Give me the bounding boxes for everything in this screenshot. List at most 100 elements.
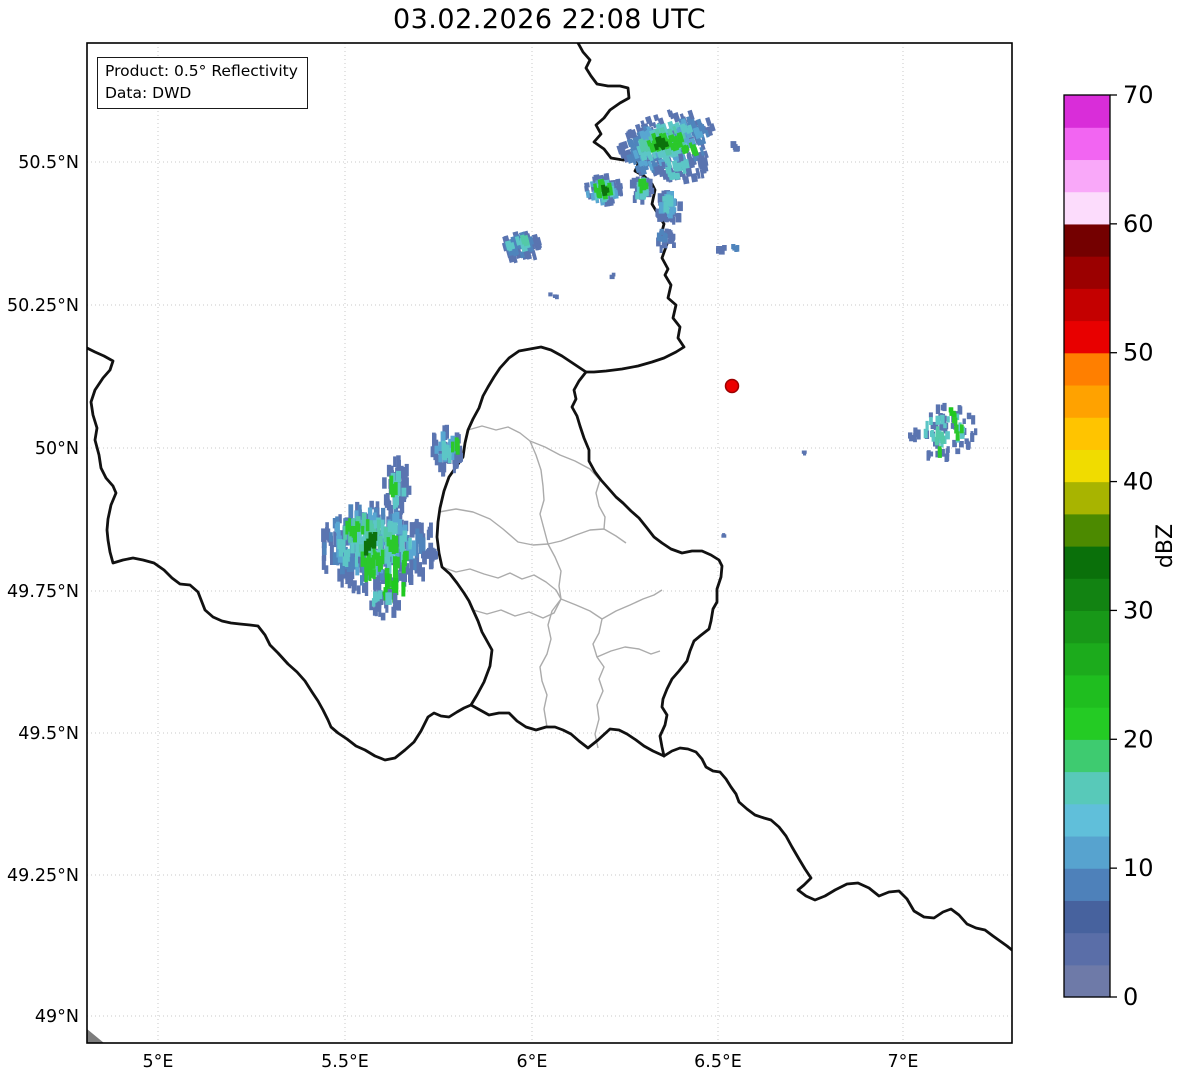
radar-bin [959,441,964,448]
radar-bin [935,404,941,414]
radar-figure: 03.02.2026 22:08 UTC 50.5°N 50.25°N 50°N 49… [0,0,1202,1081]
lon-tick-label: 7°E [888,1052,919,1072]
radar-bin [413,558,417,571]
radar-echo-cluster [716,245,727,255]
colorbar-band [1064,771,1110,805]
colorbar-band [1064,932,1110,966]
district-border [529,440,549,545]
colorbar-tick-label: 30 [1123,596,1154,624]
colorbar-axis-label: dBZ [1153,524,1178,568]
radar-bin [451,441,455,453]
radar-bin [662,236,667,243]
colorbar-tick-label: 60 [1123,210,1154,238]
radar-bin [364,567,368,583]
radar-bin [428,542,434,558]
radar-bin [408,537,412,550]
colorbar-tick-label: 50 [1123,339,1154,367]
radar-bin [930,430,934,437]
radar-bin [347,548,351,557]
radar-bin [369,561,373,578]
colorbar-tick-label: 70 [1123,81,1154,109]
radar-bin [677,201,683,212]
radar-bin [324,565,329,574]
radar-bin [430,446,434,458]
radar-bin [375,593,380,602]
colorbar-band [1064,481,1110,515]
lon-tick-label: 5.5°E [321,1052,369,1072]
district-border [547,528,627,545]
radar-bin [401,582,406,592]
colorbar-band [1064,900,1110,934]
radar-bin [639,185,643,194]
radar-bin [940,414,945,425]
radar-bin [441,442,447,456]
radar-bin [675,213,682,223]
radar-bin [937,448,942,458]
radar-bin [356,585,361,595]
radar-bin [434,445,439,454]
radar-bin [406,485,412,495]
radar-bin [388,539,394,552]
colorbar-tick-label: 40 [1123,468,1154,496]
radar-bin [940,436,946,444]
colorbar-band [1064,835,1110,869]
radar-bin [394,495,398,508]
radar-bin [672,164,680,172]
radar-bin [662,196,667,202]
district-border [467,425,601,481]
figure-title: 03.02.2026 22:08 UTC [392,4,707,35]
radar-echo-cluster [501,230,543,264]
radar-bin [418,534,423,547]
colorbar-band [1064,223,1110,257]
radar-bin [447,451,452,463]
country-border [469,703,666,758]
radar-bin [351,581,356,594]
colorbar-band [1064,256,1110,289]
country-border [435,345,588,707]
radar-bin [908,432,913,439]
radar-bin [336,530,341,541]
radar-bin [345,520,349,535]
radar-bin [730,142,735,148]
colorbar-tick-label: 20 [1123,725,1154,753]
district-border [547,543,562,600]
product-info-box: Product: 0.5° Reflectivity Data: DWD [97,57,308,109]
radar-bin [354,552,358,567]
colorbar-band [1064,449,1110,483]
colorbar-band [1064,578,1110,612]
radar-bin [403,551,407,567]
country-border [662,746,1012,952]
lat-tick-label: 49°N [35,1007,79,1027]
radar-bin [350,541,355,554]
district-border [601,589,663,620]
radar-echo-cluster [548,292,559,300]
product-line: Product: 0.5° Reflectivity [105,62,298,80]
radar-echo-cluster [655,190,683,225]
radar-bin [916,429,921,440]
radar-bin [929,417,933,425]
radar-bin [617,183,624,190]
radar-bin [372,569,376,580]
map-canvas: 50.5°N 50.25°N 50°N 49.75°N 49.5°N 49.25°N 49°… [7,42,1178,1072]
radar-bin [377,557,381,572]
radar-bin [380,612,386,621]
district-border [560,598,605,749]
radar-bin [361,525,365,535]
radar-bin [966,412,972,420]
radar-bin [631,177,637,187]
radar-echo-cluster [382,455,412,514]
radar-bin [401,487,407,497]
radar-bin [408,570,413,581]
colorbar-band [1064,610,1110,644]
country-border [570,370,724,758]
colorbar-band [1064,513,1110,547]
radar-bin [365,519,370,532]
radar-bin [393,456,397,467]
lon-tick-label: 6°E [517,1052,548,1072]
radar-bin [951,410,956,417]
radar-bin [358,544,364,553]
radar-bin [376,519,381,535]
radar-bin [944,453,950,461]
radar-bin [417,562,422,577]
radar-bin [552,294,557,298]
